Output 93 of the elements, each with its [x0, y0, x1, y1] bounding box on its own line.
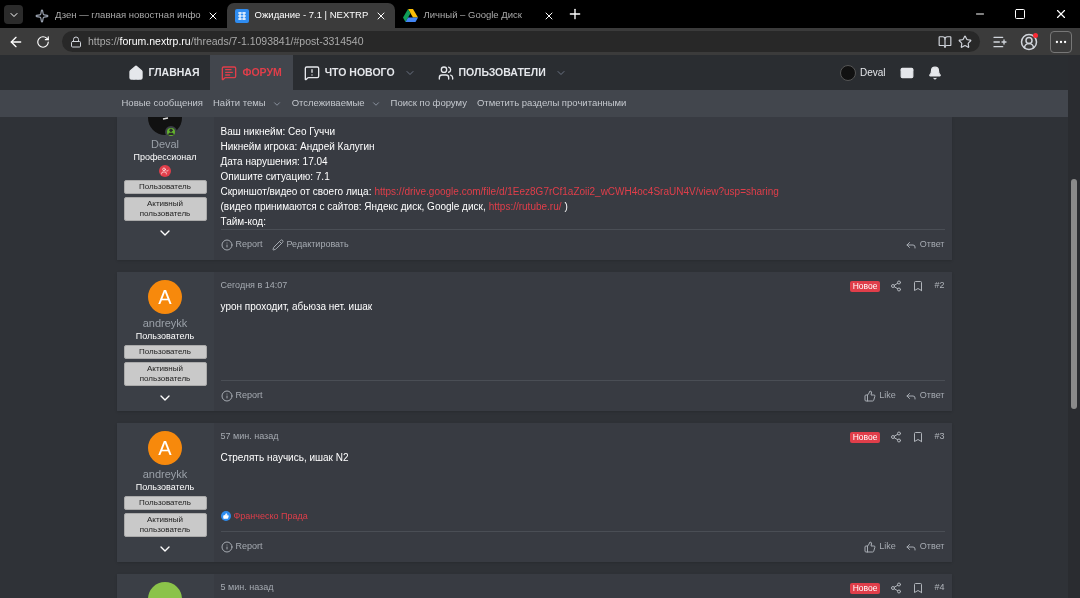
reply-icon: [904, 239, 917, 251]
tab-title: Личный – Google Диск: [423, 8, 523, 23]
reply-icon: [904, 541, 917, 553]
user-banner: Активный пользователь: [123, 362, 207, 386]
author-name[interactable]: andreykk: [142, 316, 188, 330]
post-text: Скриншот/видео от своего лица:: [220, 185, 372, 199]
bookmark-icon[interactable]: [912, 280, 925, 292]
new-badge: Новое: [849, 582, 881, 594]
subnav-link[interactable]: Найти темы: [213, 96, 282, 111]
info-icon: [220, 390, 233, 402]
tab-list-button[interactable]: [4, 5, 23, 24]
new-badge: Новое: [849, 431, 881, 443]
url-text: https://forum.nextrp.ru/threads/7-1.1093841/#post-3314540: [88, 33, 364, 49]
author-name[interactable]: Deval: [150, 137, 180, 151]
post-action[interactable]: Редактировать: [271, 238, 349, 252]
grid-icon: [234, 8, 249, 23]
post-number[interactable]: #4: [934, 581, 945, 595]
info-icon: [220, 239, 233, 251]
home-icon: [127, 64, 144, 81]
post-date[interactable]: Сегодня в 14:07: [220, 279, 288, 293]
bookmark-icon[interactable]: [912, 582, 925, 594]
like-reaction-icon: [220, 511, 231, 522]
scrollbar[interactable]: [1068, 55, 1080, 598]
tab-title: Дзен — главная новостная инфо: [55, 8, 201, 23]
post-text: (видео принимаются с сайтов: Яндекс диск, Google диск,: [220, 200, 486, 214]
sparkle-icon: [35, 8, 49, 23]
reader-icon[interactable]: [938, 34, 952, 49]
post-number[interactable]: #2: [934, 279, 945, 293]
reply-icon: [904, 390, 917, 402]
post-action[interactable]: Ответ: [904, 238, 945, 252]
post-text: Опишите ситуацию: 7.1: [220, 170, 330, 184]
user-title: Профессионал: [133, 151, 197, 163]
share-icon[interactable]: [890, 582, 903, 594]
account-link[interactable]: Deval: [839, 64, 886, 81]
subnav-link[interactable]: Отметить разделы прочитанными: [476, 96, 627, 111]
post-number[interactable]: #3: [934, 430, 945, 444]
chat-icon: [221, 64, 238, 81]
reload-icon[interactable]: [36, 34, 50, 49]
menu-button[interactable]: [1050, 30, 1072, 53]
post-text: урон проходит, абьюза нет. ишак: [220, 300, 373, 314]
alert-chat-icon: [303, 64, 320, 81]
user-banner: Пользователь: [123, 496, 207, 510]
post-text: Тайм-код:: [220, 215, 266, 229]
post-action[interactable]: Like: [864, 389, 896, 403]
user-title: Пользователь: [135, 330, 195, 342]
nav-tab[interactable]: ПОЛЬЗОВАТЕЛИ: [426, 55, 578, 90]
user-title: Пользователь: [135, 481, 195, 493]
share-icon[interactable]: [890, 431, 903, 443]
post-date[interactable]: 57 мин. назад: [220, 430, 279, 444]
post-action[interactable]: Report: [220, 540, 263, 554]
post-action[interactable]: Report: [220, 238, 263, 252]
post-action[interactable]: Like: [864, 540, 896, 554]
bookmark-icon[interactable]: [912, 431, 925, 443]
post-text: Никнейм игрока: Андрей Калугин: [220, 140, 375, 154]
user-banner: Активный пользователь: [123, 513, 207, 537]
author-name[interactable]: andreykk: [142, 467, 188, 481]
subnav-link[interactable]: Новые сообщения: [121, 96, 203, 111]
pencil-icon: [271, 239, 284, 251]
triangle-icon: [402, 9, 418, 22]
close-icon[interactable]: [1054, 7, 1068, 21]
thumbs-up-icon: [864, 390, 877, 402]
users-icon: [437, 64, 454, 81]
post-action[interactable]: Report: [220, 389, 263, 403]
new-badge: Новое: [849, 280, 881, 292]
info-icon: [220, 541, 233, 553]
user-banner: Активный пользователь: [123, 197, 207, 221]
user-banner: Пользователь: [123, 180, 207, 194]
browser-tab[interactable]: Ожидание - 7.1 | NEXTRP: [226, 3, 395, 28]
subnav-link[interactable]: Отслеживаемые: [291, 96, 381, 111]
share-icon[interactable]: [890, 280, 903, 292]
reaction-user-link[interactable]: Франческо Прада: [233, 509, 308, 523]
user-banner: Пользователь: [123, 345, 207, 359]
bell-icon[interactable]: [927, 65, 942, 80]
lock-icon: [70, 35, 82, 48]
link[interactable]: https://rutube.ru/: [488, 199, 562, 214]
maximize-icon[interactable]: [1014, 8, 1026, 20]
post-text: Ваш никнейм: Сео Гуччи: [220, 125, 335, 139]
post-text: ): [564, 200, 568, 214]
post-action[interactable]: Ответ: [904, 389, 945, 403]
profile-icon[interactable]: [1020, 32, 1038, 51]
post-action[interactable]: Ответ: [904, 540, 945, 554]
tab-title: Ожидание - 7.1 | NEXTRP: [254, 8, 369, 23]
post-text: Стрелять научись, ишак N2: [220, 451, 349, 465]
thumbs-up-icon: [864, 541, 877, 553]
address-bar[interactable]: https://forum.nextrp.ru/threads/7-1.1093841/#post-3314540: [62, 31, 980, 52]
favorite-icon[interactable]: [958, 34, 972, 49]
post-date[interactable]: 5 мин. назад: [220, 581, 274, 595]
subnav-link[interactable]: Поиск по форуму: [390, 96, 467, 111]
post-text: Дата нарушения: 17.04: [220, 155, 328, 169]
avatar: [839, 64, 856, 81]
nav-tab[interactable]: ГЛАВНАЯ: [116, 55, 211, 90]
link[interactable]: https://drive.google.com/file/d/1Eez8G7rCf1aZoii2_wCWH4oc4SraUN4V/view?usp=sharing: [374, 184, 779, 199]
nav-tab[interactable]: ЧТО НОВОГО: [292, 55, 427, 90]
